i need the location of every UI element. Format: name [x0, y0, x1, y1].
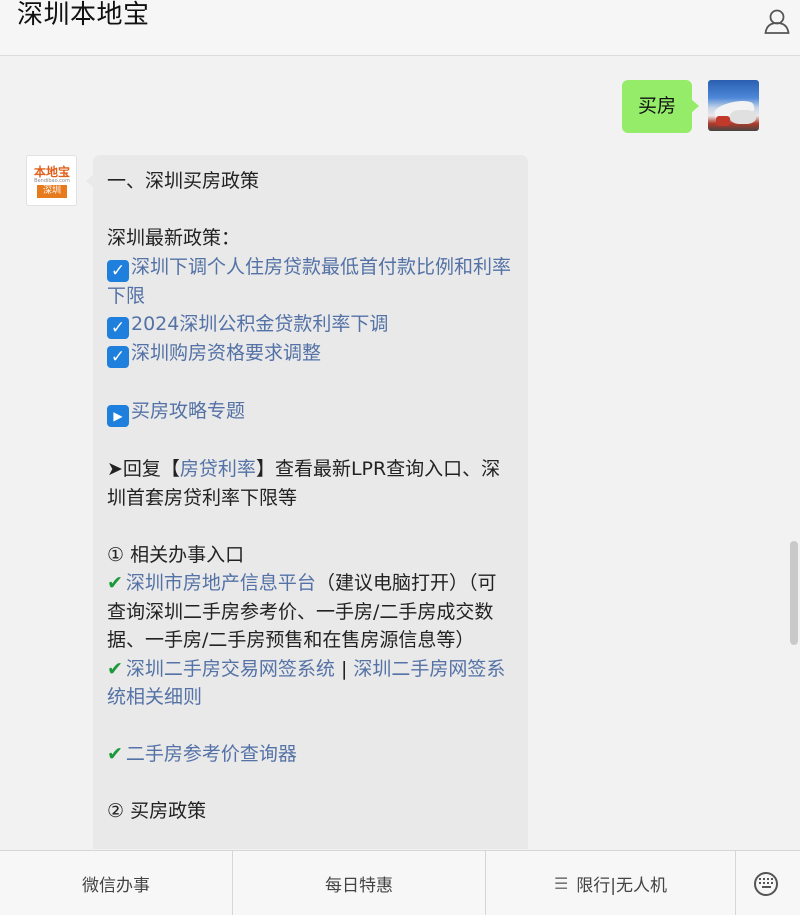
user-icon[interactable]: [762, 6, 792, 36]
message-line: [107, 196, 513, 225]
my-avatar[interactable]: [708, 80, 759, 131]
keyword-link[interactable]: 房贷利率: [180, 458, 256, 480]
checkbox-icon: ✓: [107, 346, 129, 368]
menu-label: 限行|无人机: [576, 876, 668, 896]
message-line: ✔ 深圳市房地产信息平台（建议电脑打开）（可查询深圳二手房参考价、一手房/二手房成…: [107, 569, 513, 655]
menu-traffic-drone[interactable]: ☰ 限行|无人机: [486, 851, 736, 915]
outgoing-bubble[interactable]: 买房: [621, 80, 700, 133]
platform-link[interactable]: 深圳市房地产信息平台: [126, 572, 316, 594]
message-line: ② 买房政策: [107, 797, 513, 826]
message-line: ✓ 深圳购房资格要求调整: [107, 339, 513, 368]
message-line: 一、深圳买房政策: [107, 167, 513, 196]
menu-wechat-services[interactable]: 微信办事: [0, 851, 233, 915]
check-icon: ✔: [107, 657, 123, 680]
chat-area[interactable]: 买房 本地宝 Bendibao.com 深圳 一、深圳买房政策 深圳最新政策： ✓ 深…: [0, 57, 800, 849]
link-separator: |: [334, 657, 354, 680]
message-text: 深圳最新政策：: [107, 227, 241, 249]
message-line: [107, 712, 513, 741]
top-bar: 深圳本地宝: [0, 0, 800, 56]
reply-prefix: ➤回复【: [107, 458, 180, 480]
check-icon: ✔: [107, 572, 123, 594]
message-line: [107, 512, 513, 541]
checkbox-icon: ✓: [107, 317, 129, 339]
scrollbar[interactable]: [790, 541, 798, 645]
menu-daily-deals[interactable]: 每日特惠: [233, 851, 486, 915]
message-line: [107, 368, 513, 397]
message-text: 一、深圳买房政策: [107, 170, 260, 192]
policy-link[interactable]: 深圳购房资格要求调整: [131, 342, 321, 364]
message-line: ▶ 买房攻略专题: [107, 397, 513, 427]
bot-avatar[interactable]: 本地宝 Bendibao.com 深圳: [26, 155, 77, 206]
message-line: ✔ 二手房参考价查询器: [107, 740, 513, 769]
message-line: ✔ 深圳二手房交易网签系统 | 深圳二手房网签系统相关细则: [107, 655, 513, 712]
check-icon: ✔: [107, 743, 123, 765]
bottom-menu: 微信办事 每日特惠 ☰ 限行|无人机: [0, 850, 800, 915]
policy-link[interactable]: 2024深圳公积金贷款利率下调: [131, 313, 388, 335]
guide-link[interactable]: 买房攻略专题: [131, 400, 245, 422]
message-line: [107, 427, 513, 456]
incoming-bubble: 一、深圳买房政策 深圳最新政策： ✓ 深圳下调个人住房贷款最低首付款比例和利率下限 ✓ 2…: [86, 155, 528, 849]
menu-list-icon: ☰: [553, 874, 569, 893]
message-line: ➤回复【房贷利率】查看最新LPR查询入口、深圳首套房贷利率下限等: [107, 455, 513, 512]
message-line: 深圳最新政策：: [107, 224, 513, 253]
message-line: ✓ 2024深圳公积金贷款利率下调: [107, 310, 513, 339]
play-icon: ▶: [107, 404, 129, 427]
page-title: 深圳本地宝: [17, 0, 150, 30]
message-line: [107, 769, 513, 798]
keyboard-icon[interactable]: [736, 851, 800, 915]
message-text: ② 买房政策: [107, 800, 207, 822]
message-line: ✓ 深圳下调个人住房贷款最低首付款比例和利率下限: [107, 253, 513, 311]
message-text: ① 相关办事入口: [107, 543, 245, 566]
signing-system-link[interactable]: 深圳二手房交易网签系统: [126, 658, 335, 680]
price-query-link[interactable]: 二手房参考价查询器: [126, 743, 297, 765]
checkbox-icon: ✓: [107, 259, 129, 282]
message-line: ① 相关办事入口: [107, 541, 513, 570]
policy-link[interactable]: 深圳下调个人住房贷款最低首付款比例和利率下限: [107, 256, 511, 307]
